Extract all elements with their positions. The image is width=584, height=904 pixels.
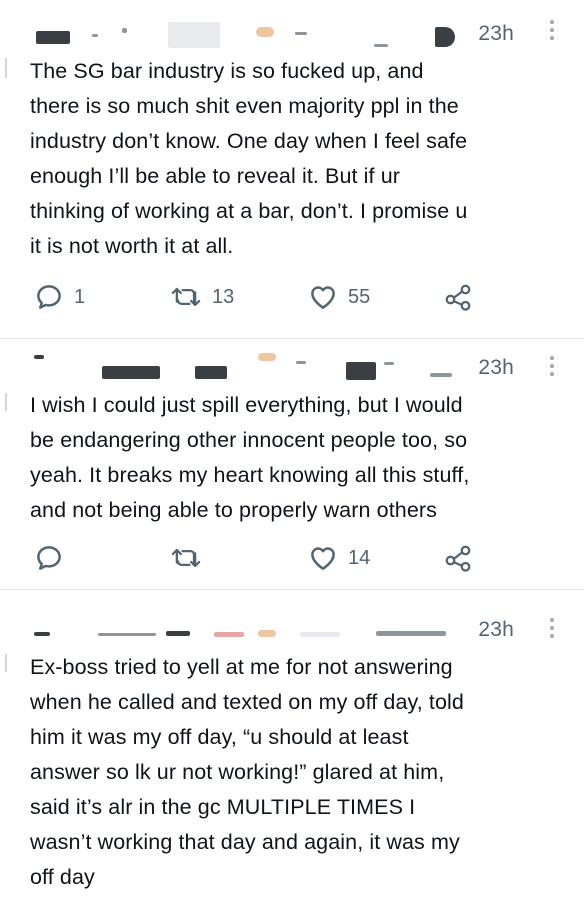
reply-button[interactable] — [34, 543, 74, 573]
redacted-emoji — [214, 632, 244, 637]
redacted-avatar — [346, 362, 376, 380]
reply-icon — [37, 285, 61, 309]
redacted-handle — [376, 631, 446, 636]
redacted-name — [122, 28, 127, 33]
heart-icon — [311, 547, 335, 570]
redacted-name — [98, 633, 156, 636]
redacted-handle — [300, 632, 340, 637]
share-icon — [445, 545, 471, 572]
more-icon[interactable] — [548, 618, 556, 638]
tweet[interactable]: 23h The SG bar industry is so fucked up,… — [0, 0, 584, 338]
retweet-icon — [171, 548, 201, 568]
redacted-name — [92, 34, 98, 37]
redacted-name — [36, 31, 70, 44]
tweet-text: I wish I could just spill everything, bu… — [30, 393, 470, 522]
tweet[interactable]: 23h Ex-boss tried to yell at me for not … — [0, 590, 584, 904]
reply-icon — [37, 546, 61, 570]
redacted-handle — [168, 22, 220, 48]
share-button[interactable] — [442, 543, 474, 573]
share-icon — [445, 284, 471, 311]
retweet-icon — [171, 287, 201, 307]
reply-button[interactable]: 1 — [34, 282, 85, 312]
redacted-emoji — [258, 353, 276, 361]
timestamp[interactable]: 23h — [478, 22, 514, 46]
redacted-handle — [374, 44, 388, 47]
thread-line — [5, 393, 7, 411]
heart-icon — [311, 286, 335, 309]
share-button[interactable] — [442, 282, 474, 312]
redacted-emoji — [256, 27, 274, 37]
redacted-name — [34, 632, 50, 636]
redacted-handle — [296, 361, 306, 364]
redacted-name — [34, 355, 44, 359]
redacted-handle — [430, 373, 452, 377]
redacted-name — [195, 366, 227, 379]
like-count: 14 — [348, 546, 371, 569]
like-button[interactable]: 55 — [308, 282, 370, 312]
timestamp[interactable]: 23h — [478, 356, 514, 380]
thread-line — [5, 654, 7, 672]
more-icon[interactable] — [548, 356, 556, 376]
tweet-actions: 1 13 55 — [0, 279, 584, 315]
timestamp[interactable]: 23h — [478, 618, 514, 642]
tweet-text: The SG bar industry is so fucked up, and… — [30, 59, 468, 258]
thread-line — [5, 58, 7, 78]
redacted-name — [166, 631, 190, 636]
tweet-header: 23h — [0, 590, 584, 642]
tweet[interactable]: 23h I wish I could just spill everything… — [0, 339, 584, 589]
redacted-handle — [295, 32, 307, 35]
redacted-emoji — [258, 630, 276, 637]
retweet-count: 13 — [212, 285, 235, 308]
retweet-button[interactable] — [170, 543, 212, 573]
tweet-header: 23h — [0, 0, 584, 50]
redacted-avatar — [435, 27, 455, 47]
redacted-name — [102, 366, 160, 379]
like-button[interactable]: 14 — [308, 543, 370, 573]
tweet-header: 23h — [0, 339, 584, 389]
redacted-handle — [384, 362, 394, 365]
tweet-text: Ex-boss tried to yell at me for not answ… — [30, 655, 464, 889]
reply-count: 1 — [74, 285, 86, 308]
retweet-button[interactable]: 13 — [170, 282, 234, 312]
tweet-actions: 14 — [0, 540, 584, 576]
more-icon[interactable] — [548, 20, 556, 40]
like-count: 55 — [348, 285, 371, 308]
